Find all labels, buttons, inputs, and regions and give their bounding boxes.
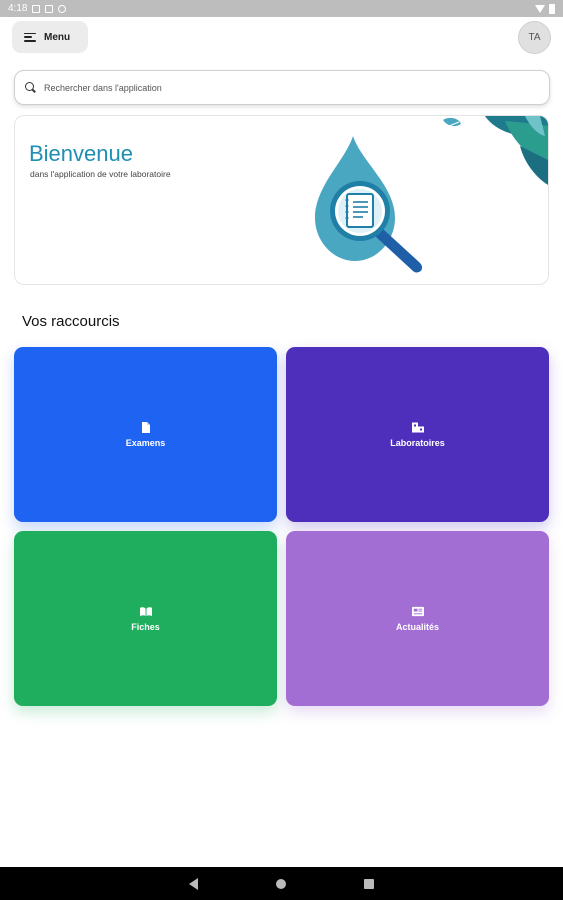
newspaper-icon — [411, 606, 424, 616]
sim-icon — [45, 4, 54, 13]
welcome-card: Bienvenue dans l'application de votre la… — [14, 115, 549, 285]
shortcut-actualites-label: Actualités — [395, 621, 439, 632]
search-bar[interactable] — [14, 70, 550, 105]
search-input[interactable] — [44, 82, 549, 93]
status-right — [535, 3, 555, 14]
notification-icon — [32, 4, 41, 13]
shortcut-examens-label: Examens — [125, 437, 166, 448]
avatar-initials: TA — [528, 32, 541, 43]
wifi-icon — [535, 4, 545, 13]
shortcut-examens[interactable]: Examens — [14, 347, 277, 522]
book-icon — [139, 606, 152, 616]
welcome-title: Bienvenue — [29, 141, 133, 166]
shortcut-fiches-label: Fiches — [131, 621, 160, 632]
lab-drop-illustration — [315, 136, 422, 273]
shortcut-actualites[interactable]: Actualités — [286, 531, 549, 706]
shortcuts-title: Vos raccourcis — [22, 313, 120, 330]
avatar[interactable]: TA — [518, 21, 551, 54]
status-time: 4:18 — [8, 3, 28, 14]
document-icon — [141, 421, 150, 433]
lab-icon — [411, 422, 424, 432]
hamburger-icon — [24, 32, 36, 42]
search-icon — [25, 82, 36, 93]
status-bar: 4:18 — [0, 0, 563, 17]
leaves-decoration — [443, 116, 548, 185]
menu-label: Menu — [44, 31, 71, 43]
menu-button[interactable]: Menu — [12, 21, 88, 53]
shortcut-laboratoires[interactable]: Laboratoires — [286, 347, 549, 522]
system-nav-bar — [0, 867, 563, 900]
home-icon[interactable] — [276, 878, 286, 889]
at-icon — [58, 4, 67, 13]
shortcut-laboratoires-label: Laboratoires — [390, 437, 445, 448]
shortcut-fiches[interactable]: Fiches — [14, 531, 277, 706]
welcome-subtitle: dans l'application de votre laboratoire — [30, 169, 171, 179]
recent-apps-icon[interactable] — [364, 878, 374, 889]
battery-icon — [549, 3, 555, 14]
back-icon[interactable] — [189, 877, 198, 890]
status-left: 4:18 — [8, 3, 67, 14]
